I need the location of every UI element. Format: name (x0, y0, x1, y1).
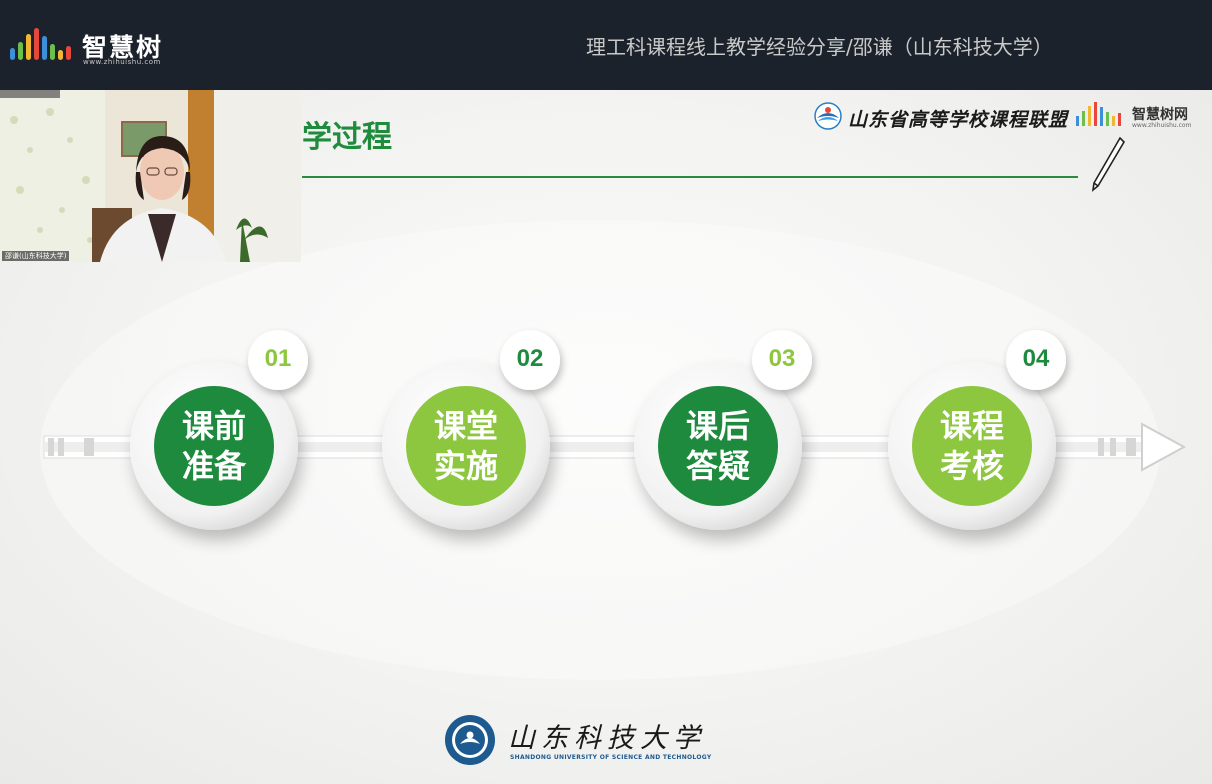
logo-bars-icon (10, 28, 71, 60)
step-label-line1: 课堂 (433, 407, 498, 445)
step-label-line2: 准备 (181, 447, 246, 485)
step-label-line1: 课前 (181, 407, 246, 445)
logo-url: www.zhihuishu.com (83, 58, 161, 66)
arrow-head-icon (1141, 422, 1187, 472)
university-name-cn: 山东科技大学 (508, 723, 706, 754)
presenter-webcam[interactable]: 邵谦(山东科技大学) (0, 90, 301, 262)
step-label-line2: 考核 (939, 447, 1004, 485)
university-name-en: SHANDONG UNIVERSITY OF SCIENCE AND TECHN… (510, 754, 712, 761)
step-label-line2: 实施 (433, 447, 498, 485)
step-label-line1: 课程 (939, 407, 1004, 445)
university-seal-icon (445, 715, 495, 765)
presentation-slide: 学过程 山东省高等学校课程联盟 智慧树网 www.zhihuishu.com 课… (0, 90, 1212, 784)
webcam-toolbar[interactable] (0, 90, 60, 98)
webcam-video-feed (0, 90, 301, 262)
step-number: 01 (264, 345, 292, 372)
step-number: 02 (516, 345, 544, 372)
step-label-line2: 答疑 (685, 447, 750, 485)
top-bar: 智慧树 www.zhihuishu.com 理工科课程线上教学经验分享/邵谦（山… (0, 0, 1212, 90)
step-number: 04 (1022, 345, 1050, 372)
step-number: 03 (768, 345, 796, 372)
meeting-title: 理工科课程线上教学经验分享/邵谦（山东科技大学） (586, 35, 1053, 59)
webcam-name-tag: 邵谦(山东科技大学) (2, 251, 70, 261)
university-logo: 山东科技大学 SHANDONG UNIVERSITY OF SCIENCE AN… (444, 708, 711, 768)
step-label-line1: 课后 (685, 407, 750, 445)
